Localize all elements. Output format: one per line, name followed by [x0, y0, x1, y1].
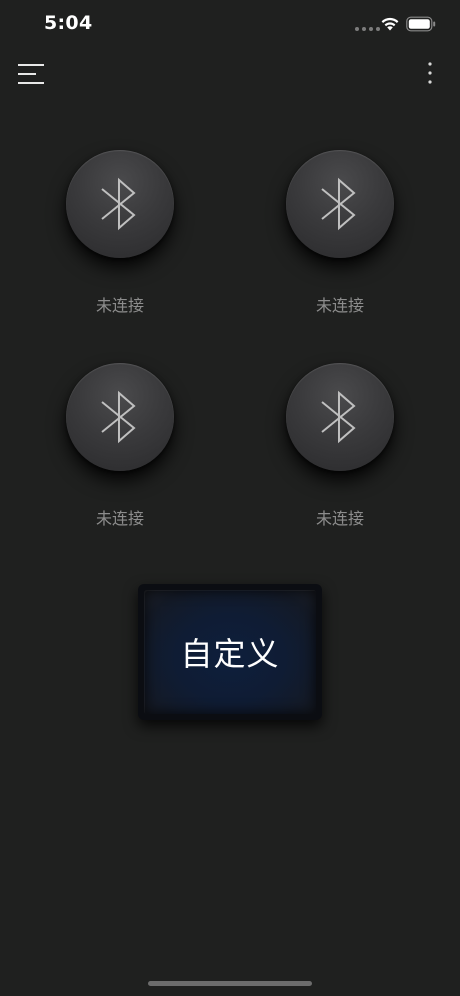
- more-vertical-icon[interactable]: [422, 60, 438, 88]
- device-status-label: 未连接: [95, 296, 144, 315]
- bluetooth-icon: [321, 177, 356, 231]
- device-slot-4: 未连接: [265, 363, 415, 533]
- custom-button-label: 自定义: [180, 635, 280, 673]
- bluetooth-icon: [101, 390, 136, 444]
- device-status-label: 未连接: [315, 296, 364, 315]
- bluetooth-icon: [101, 177, 136, 231]
- custom-button-face: 自定义: [144, 590, 316, 714]
- custom-button[interactable]: 自定义: [138, 584, 322, 720]
- status-time: 5:04: [44, 12, 93, 34]
- device-4-bluetooth-button[interactable]: [286, 363, 394, 471]
- device-slot-2: 未连接: [265, 150, 415, 320]
- device-slot-3: 未连接: [45, 363, 195, 533]
- wifi-icon: [381, 17, 399, 31]
- device-2-bluetooth-button[interactable]: [286, 150, 394, 258]
- device-3-bluetooth-button[interactable]: [66, 363, 174, 471]
- device-status-label: 未连接: [95, 509, 144, 528]
- cellular-signal-icon: [355, 27, 380, 31]
- status-bar: 5:04: [0, 0, 460, 50]
- battery-icon: [406, 16, 436, 32]
- home-indicator[interactable]: [148, 981, 312, 986]
- device-status-label: 未连接: [315, 509, 364, 528]
- device-slot-1: 未连接: [45, 150, 195, 320]
- hamburger-menu-icon[interactable]: [18, 62, 44, 86]
- bluetooth-icon: [321, 390, 356, 444]
- device-1-bluetooth-button[interactable]: [66, 150, 174, 258]
